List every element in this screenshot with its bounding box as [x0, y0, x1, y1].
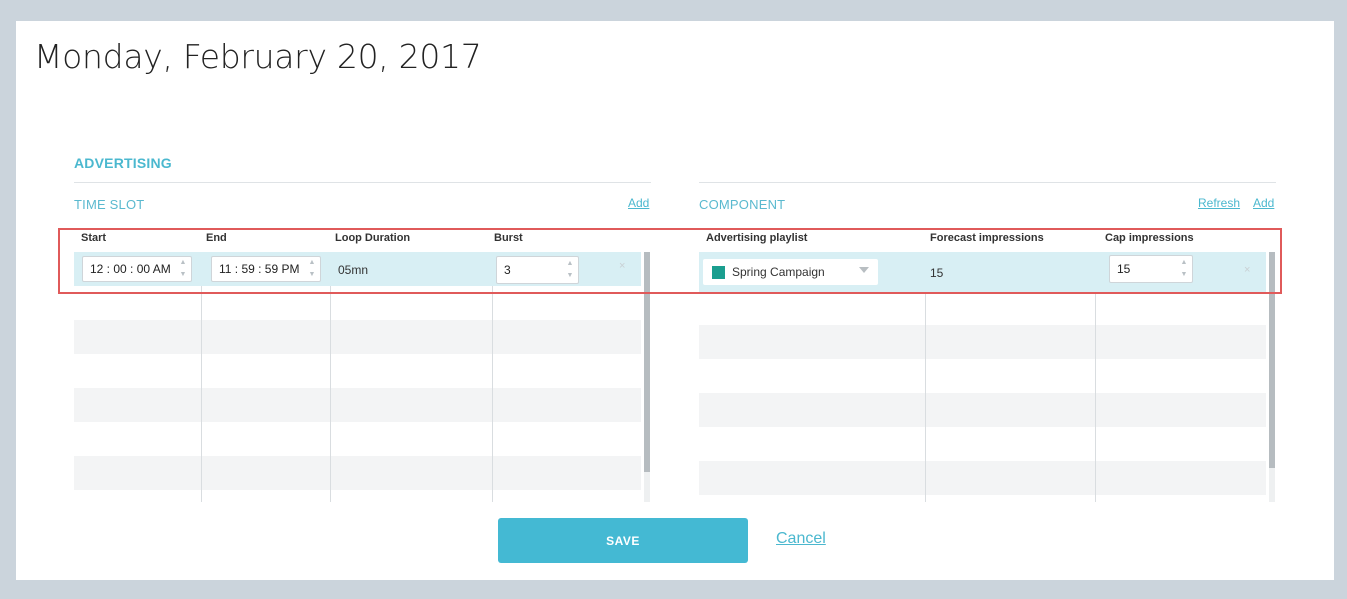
grid-stripe	[699, 325, 1266, 359]
section-divider-right	[699, 182, 1276, 183]
grid-stripe	[699, 393, 1266, 427]
grid-stripe	[74, 456, 641, 490]
time-slot-add-link[interactable]: Add	[628, 196, 649, 210]
advertising-section-title: ADVERTISING	[74, 155, 172, 171]
grid-divider	[492, 286, 493, 502]
editor-card: Monday, February 20, 2017 ADVERTISING TI…	[16, 21, 1334, 580]
grid-stripe	[699, 461, 1266, 495]
highlight-box	[58, 228, 1282, 294]
grid-divider	[330, 286, 331, 502]
grid-divider	[201, 286, 202, 502]
component-refresh-link[interactable]: Refresh	[1198, 196, 1240, 210]
save-button[interactable]: SAVE	[498, 518, 748, 563]
component-title: COMPONENT	[699, 197, 786, 212]
page-title: Monday, February 20, 2017	[34, 37, 482, 76]
time-slot-title: TIME SLOT	[74, 197, 145, 212]
cancel-link[interactable]: Cancel	[776, 530, 826, 548]
grid-divider	[925, 292, 926, 502]
grid-stripe	[74, 388, 641, 422]
section-divider	[74, 182, 651, 183]
component-add-link[interactable]: Add	[1253, 196, 1274, 210]
grid-stripe	[74, 320, 641, 354]
grid-divider	[1095, 292, 1096, 502]
